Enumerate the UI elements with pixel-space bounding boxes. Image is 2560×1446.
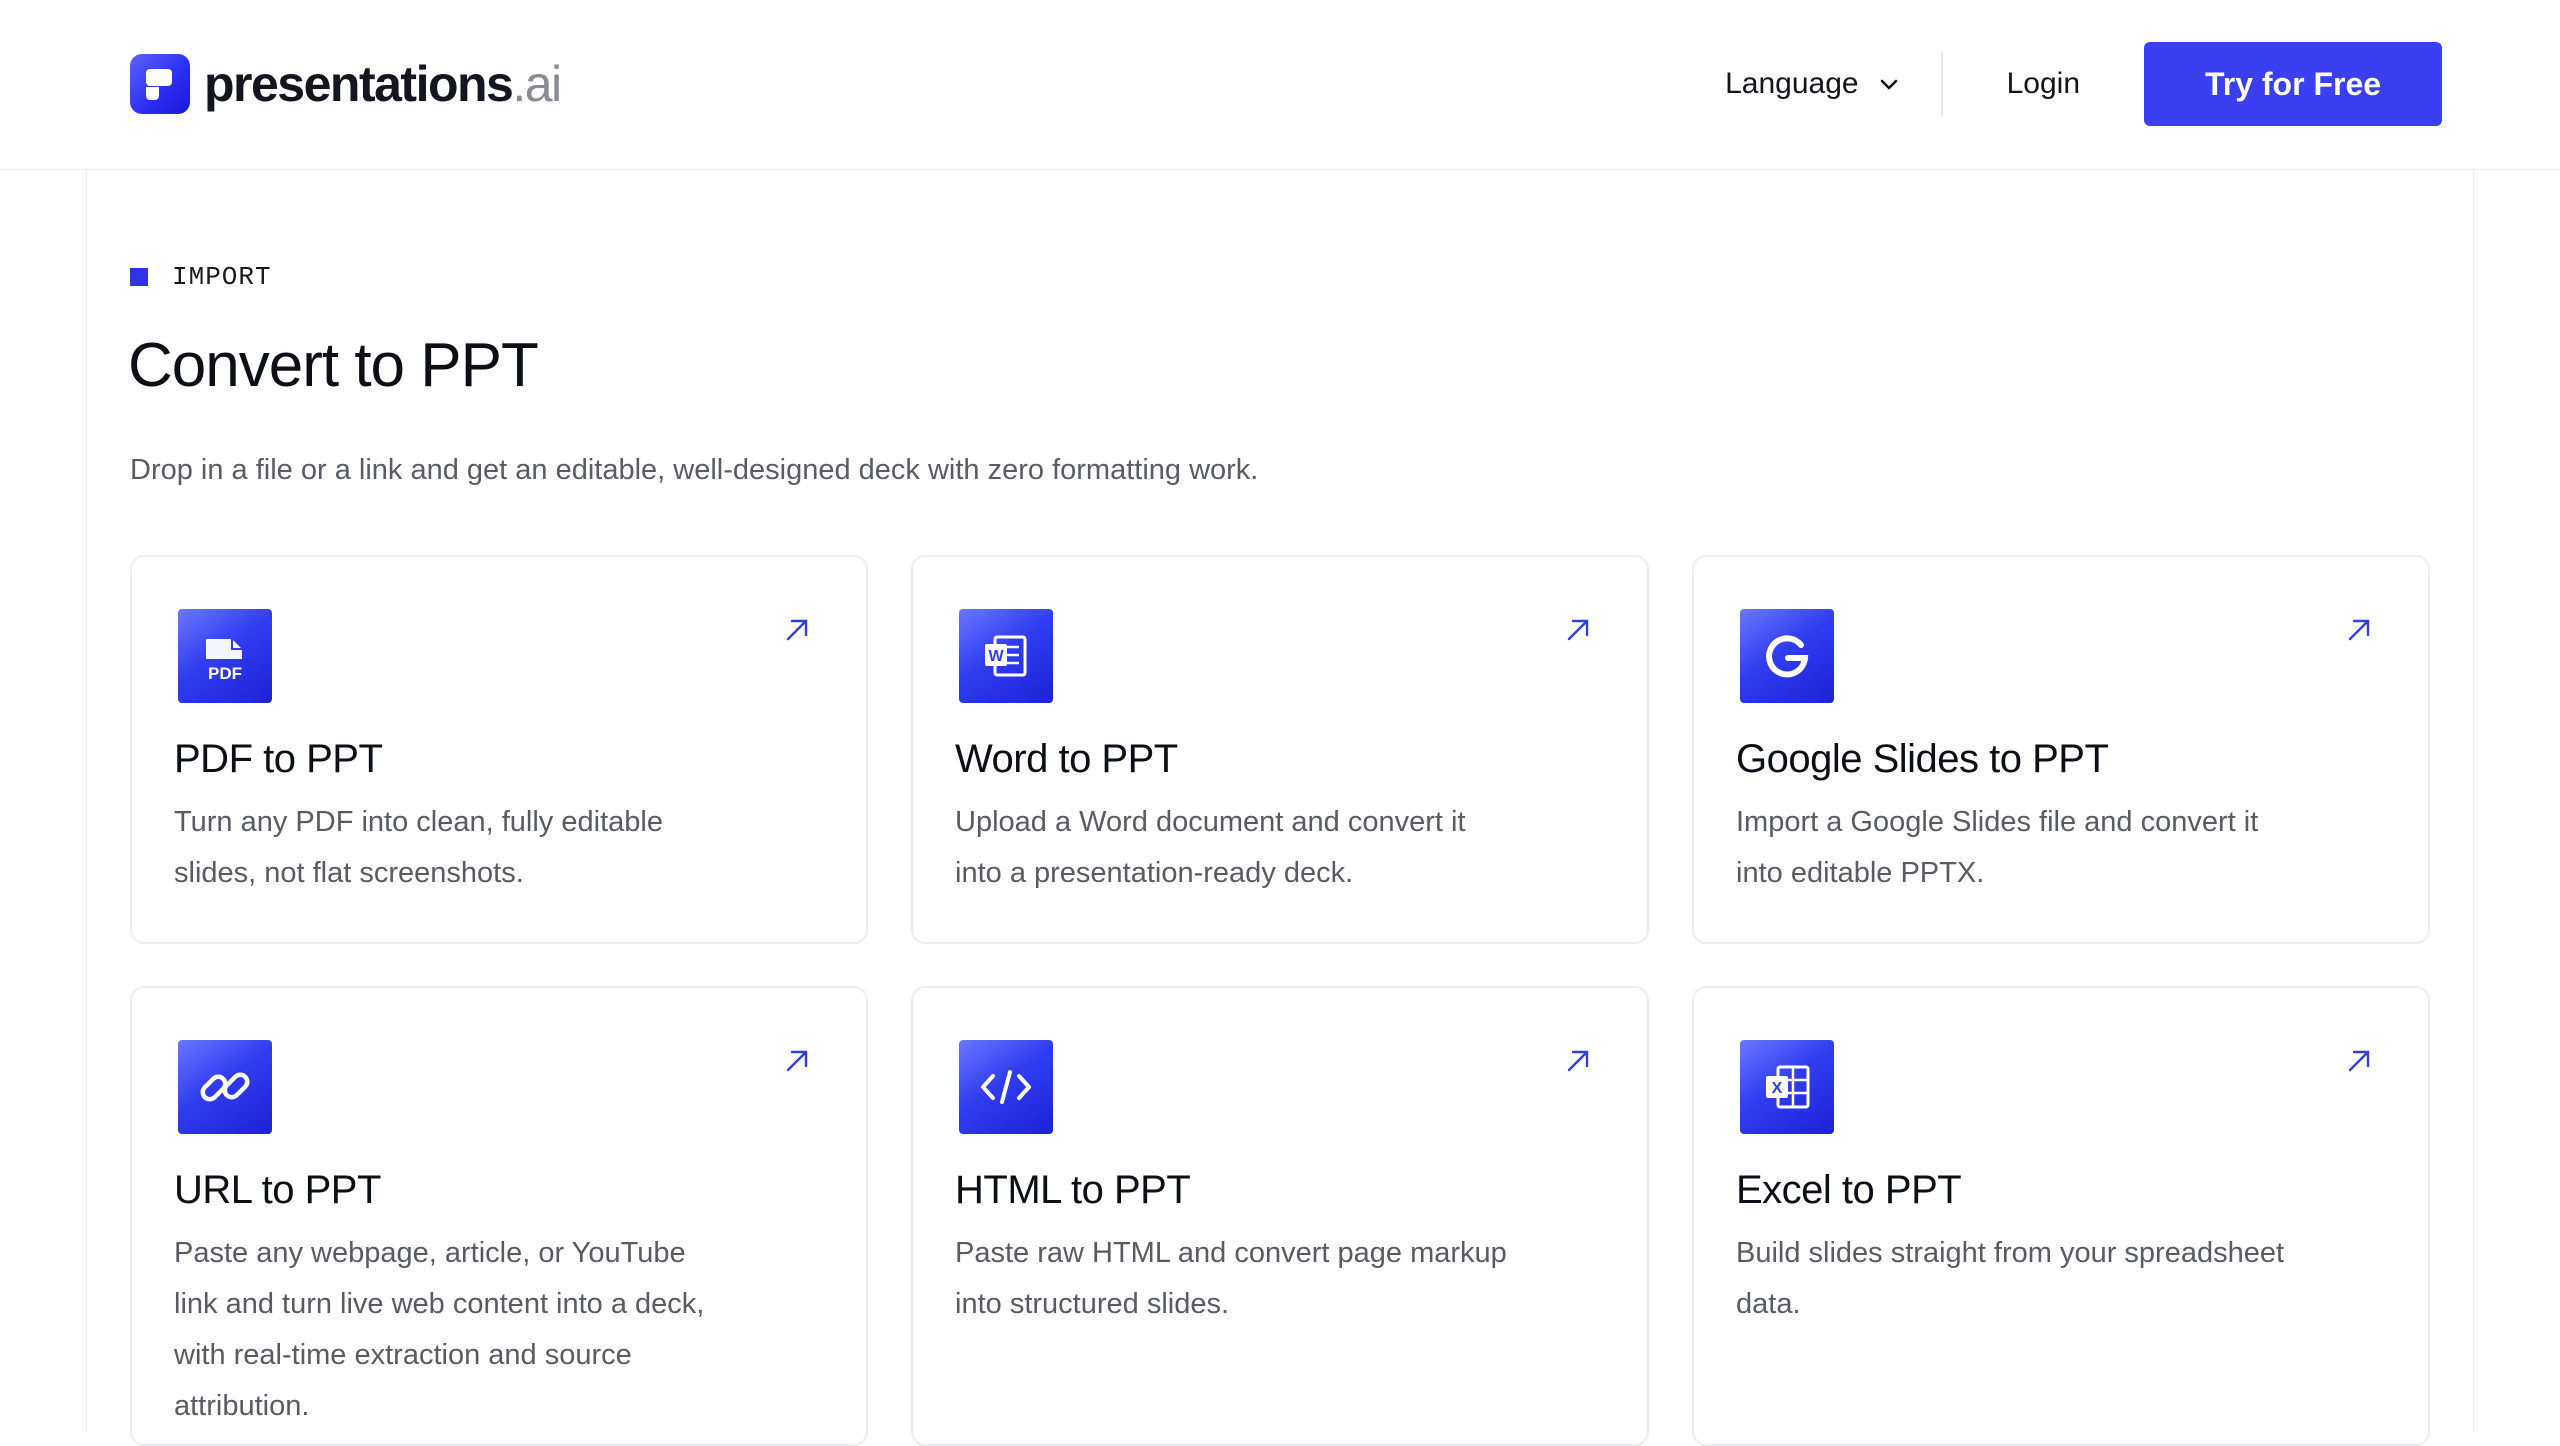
card-description: Import a Google Slides file and convert … <box>1736 806 2259 889</box>
card-google-slides-to-ppt[interactable]: Google Slides to PPT Import a Google Sli… <box>1692 555 2430 944</box>
word-icon: W <box>959 609 1053 703</box>
top-navigation: presentations.ai Language Login Try for … <box>0 0 2560 170</box>
arrow-up-right-icon <box>786 619 808 641</box>
card-title: Word to PPT <box>955 737 1178 781</box>
arrow-up-right-icon <box>786 1050 808 1072</box>
card-html-to-ppt[interactable]: HTML to PPT Paste raw HTML and convert p… <box>911 986 1649 1446</box>
card-url-to-ppt[interactable]: URL to PPT Paste any webpage, article, o… <box>130 986 868 1446</box>
arrow-up-right-icon <box>2348 1050 2370 1072</box>
svg-text:W: W <box>988 648 1004 665</box>
login-link[interactable]: Login <box>2007 67 2080 101</box>
card-description: Turn any PDF into clean, fully editable … <box>174 806 663 889</box>
card-pdf-to-ppt[interactable]: PDF PDF to PPT Turn any PDF into clean, … <box>130 555 868 944</box>
card-description: Upload a Word document and convert it in… <box>955 806 1466 889</box>
language-label: Language <box>1725 67 1859 100</box>
card-title: Google Slides to PPT <box>1736 737 2109 781</box>
page-title: Convert to PPT <box>128 331 539 400</box>
card-title: Excel to PPT <box>1736 1168 1962 1212</box>
logo[interactable]: presentations.ai <box>130 54 562 114</box>
logo-text: presentations.ai <box>204 56 562 112</box>
page-subtitle: Drop in a file or a link and get an edit… <box>130 454 1259 486</box>
svg-text:PDF: PDF <box>208 664 242 683</box>
language-selector[interactable]: Language <box>1725 67 1940 101</box>
card-title: PDF to PPT <box>174 737 383 781</box>
eyebrow-square-icon <box>130 268 148 286</box>
excel-icon: X <box>1740 1040 1834 1134</box>
chevron-down-icon <box>1880 79 1897 90</box>
card-title: HTML to PPT <box>955 1168 1191 1212</box>
arrow-up-right-icon <box>1567 1050 1589 1072</box>
card-description: Paste any webpage, article, or YouTube l… <box>174 1237 705 1422</box>
logo-mark-icon <box>130 54 190 114</box>
svg-text:X: X <box>1772 1080 1783 1097</box>
card-excel-to-ppt[interactable]: X Excel to PPT Build slides straight fro… <box>1692 986 2430 1446</box>
card-description: Build slides straight from your spreadsh… <box>1736 1237 2285 1320</box>
card-title: URL to PPT <box>174 1168 381 1212</box>
eyebrow-label: IMPORT <box>172 262 272 292</box>
nav-divider <box>1940 52 1943 116</box>
nav-actions: Language Login Try for Free <box>1725 42 2442 126</box>
try-for-free-button[interactable]: Try for Free <box>2144 42 2442 126</box>
pdf-icon: PDF <box>178 609 272 703</box>
code-icon <box>959 1040 1053 1134</box>
card-description: Paste raw HTML and convert page markup i… <box>955 1237 1507 1320</box>
arrow-up-right-icon <box>2348 619 2370 641</box>
link-icon <box>178 1040 272 1134</box>
section-eyebrow: IMPORT <box>130 262 272 292</box>
arrow-up-right-icon <box>1567 619 1589 641</box>
card-word-to-ppt[interactable]: W Word to PPT Upload a Word document and… <box>911 555 1649 944</box>
google-icon <box>1740 609 1834 703</box>
